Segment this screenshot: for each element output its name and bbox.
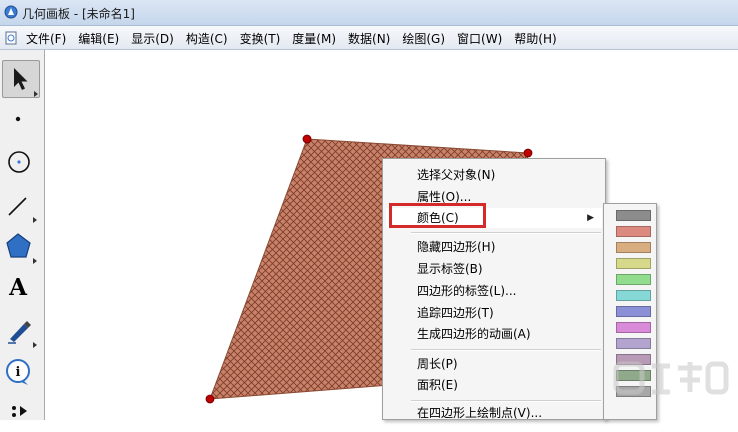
point-tool[interactable] — [2, 102, 40, 140]
toolbox: A i — [0, 50, 45, 420]
menu-items: 文件(F) 编辑(E) 显示(D) 构造(C) 变换(T) 度量(M) 数据(N… — [26, 30, 557, 47]
vertex-point[interactable] — [205, 394, 215, 404]
custom-tool[interactable] — [2, 394, 40, 432]
menu-separator — [411, 349, 601, 351]
menu-trace-quadrilateral[interactable]: 追踪四边形(T) — [386, 303, 602, 323]
color-swatch[interactable] — [616, 274, 651, 285]
menu-animate-quadrilateral[interactable]: 生成四边形的动画(A) — [386, 324, 602, 344]
color-swatch[interactable] — [616, 290, 651, 301]
menu-select-parents[interactable]: 选择父对象(N) — [386, 165, 602, 185]
menu-file[interactable]: 文件(F) — [26, 30, 66, 47]
menu-bar: 文件(F) 编辑(E) 显示(D) 构造(C) 变换(T) 度量(M) 数据(N… — [0, 26, 738, 50]
menu-separator — [411, 232, 601, 234]
window-title: 几何画板 - [未命名1] — [22, 7, 135, 21]
app-logo-icon — [4, 5, 18, 22]
menu-data[interactable]: 数据(N) — [348, 30, 390, 47]
color-swatch[interactable] — [616, 242, 651, 253]
title-bar: 几何画板 - [未命名1] — [0, 0, 738, 26]
submenu-arrow-icon: ▶ — [587, 213, 594, 223]
compass-tool[interactable] — [2, 143, 40, 181]
select-arrow-tool[interactable] — [2, 60, 40, 98]
menu-transform[interactable]: 变换(T) — [240, 30, 281, 47]
text-tool[interactable]: A — [2, 270, 40, 308]
straightedge-tool[interactable] — [2, 187, 40, 225]
menu-measure[interactable]: 度量(M) — [292, 30, 336, 47]
polygon-tool[interactable] — [2, 228, 40, 266]
menu-construct[interactable]: 构造(C) — [186, 30, 228, 47]
color-swatch[interactable] — [616, 322, 651, 333]
menu-hide-quadrilateral[interactable]: 隐藏四边形(H) — [386, 237, 602, 257]
menu-perimeter[interactable]: 周长(P) — [386, 354, 602, 374]
color-swatch[interactable] — [616, 338, 651, 349]
menu-help[interactable]: 帮助(H) — [514, 30, 556, 47]
vertex-point[interactable] — [523, 148, 533, 158]
menu-separator — [411, 400, 601, 402]
context-menu: 选择父对象(N) 属性(O)... 颜色(C) ▶ 隐藏四边形(H) 显示标签(… — [382, 158, 606, 420]
information-tool[interactable]: i — [2, 354, 40, 392]
letter-a-icon: A — [9, 274, 27, 301]
color-swatch[interactable] — [616, 306, 651, 317]
menu-graph[interactable]: 绘图(G) — [402, 30, 445, 47]
svg-text:i: i — [16, 365, 21, 380]
document-icon[interactable] — [4, 31, 18, 48]
menu-window[interactable]: 窗口(W) — [457, 30, 502, 47]
marker-tool[interactable] — [2, 312, 40, 350]
watermark-logo — [612, 358, 732, 421]
color-swatch[interactable] — [616, 258, 651, 269]
menu-show-label[interactable]: 显示标签(B) — [386, 259, 602, 279]
highlight-box — [389, 203, 486, 228]
menu-area[interactable]: 面积(E) — [386, 375, 602, 395]
color-swatch[interactable] — [616, 226, 651, 237]
vertex-point[interactable] — [302, 134, 312, 144]
menu-display[interactable]: 显示(D) — [131, 30, 174, 47]
menu-plot-point-on-quadrilateral[interactable]: 在四边形上绘制点(V)... — [386, 403, 602, 423]
menu-edit[interactable]: 编辑(E) — [78, 30, 119, 47]
menu-quadrilateral-label[interactable]: 四边形的标签(L)... — [386, 281, 602, 301]
color-swatch[interactable] — [616, 210, 651, 221]
